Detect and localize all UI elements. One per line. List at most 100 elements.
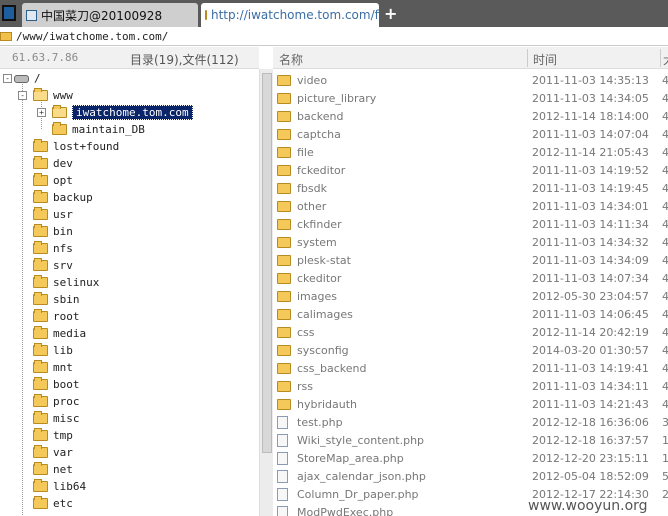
new-tab-button[interactable]: + [384,4,397,23]
file-row[interactable]: sysconfig 2014-03-20 01:30:57 4 [273,341,668,359]
column-divider[interactable] [660,49,661,67]
tree-node[interactable]: usr [33,206,73,223]
file-row[interactable]: rss 2011-11-03 14:34:11 4 [273,377,668,395]
file-row[interactable]: file 2012-11-14 21:05:43 4 [273,143,668,161]
tree-node[interactable]: sbin [33,291,80,308]
tree-node[interactable]: mnt [33,359,73,376]
tree-node[interactable]: var [33,444,73,461]
tree-node[interactable]: nfs [33,240,73,257]
file-row[interactable]: fbsdk 2011-11-03 14:19:45 4 [273,179,668,197]
file-row[interactable]: Wiki_style_content.php 2012-12-18 16:37:5… [273,431,668,449]
file-icon [277,469,288,483]
vertical-scrollbar[interactable] [259,69,273,516]
file-time: 2011-11-03 14:07:04 [532,127,649,141]
tree-node[interactable]: root [33,308,80,325]
column-header-time[interactable]: 时间 [533,51,557,68]
tree-node[interactable]: srv [33,257,73,274]
tab-file-manager[interactable]: http://iwatchome.tom.com/fil... [201,3,379,27]
tree-node-label[interactable]: etc [53,497,73,510]
tree-node-label[interactable]: lib [53,344,73,357]
file-row[interactable]: captcha 2011-11-03 14:07:04 4 [273,125,668,143]
collapse-icon[interactable]: - [3,74,12,83]
file-row[interactable]: ckeditor 2011-11-03 14:07:34 4 [273,269,668,287]
tree-node[interactable]: net [33,461,73,478]
tree-node-label[interactable]: www [53,89,73,102]
file-size: 4 [662,289,668,303]
file-row[interactable]: css_backend 2011-11-03 14:19:41 4 [273,359,668,377]
tree-node-label[interactable]: backup [53,191,93,204]
collapse-icon[interactable]: - [18,91,27,100]
tree-node[interactable]: lost+found [33,138,119,155]
column-divider[interactable] [527,49,528,67]
tree-node-label[interactable]: proc [53,395,80,408]
tree-node-label[interactable]: media [53,327,86,340]
file-row[interactable]: backend 2012-11-14 18:14:00 4 [273,107,668,125]
file-row[interactable]: picture_library 2011-11-03 14:34:05 4 [273,89,668,107]
tree-node-label[interactable]: sbin [53,293,80,306]
tree-node-label[interactable]: misc [53,412,80,425]
tree-node[interactable]: boot [33,376,80,393]
tree-node-label[interactable]: opt [53,174,73,187]
file-row[interactable]: css 2012-11-14 20:42:19 4 [273,323,668,341]
file-row[interactable]: video 2011-11-03 14:35:13 4 [273,71,668,89]
file-row[interactable]: system 2011-11-03 14:34:32 4 [273,233,668,251]
tree-node-label[interactable]: usr [53,208,73,221]
tree-node[interactable]: iwatchome.tom.com [52,104,193,121]
tree-node-label[interactable]: dev [53,157,73,170]
folder-icon [0,31,12,41]
file-time: 2012-12-18 16:36:06 [532,415,649,429]
tree-node[interactable]: etc [33,495,73,512]
file-row[interactable]: other 2011-11-03 14:34:01 4 [273,197,668,215]
tree-node[interactable]: tmp [33,427,73,444]
tree-node-label[interactable]: maintain_DB [72,123,145,136]
expand-icon[interactable]: + [37,108,46,117]
tree-node[interactable]: maintain_DB [52,121,145,138]
tree-node[interactable]: opt [33,172,73,189]
tree-node[interactable]: / [14,70,41,87]
tree-node-label[interactable]: net [53,463,73,476]
file-row[interactable]: plesk-stat 2011-11-03 14:34:09 4 [273,251,668,269]
file-size: 4 [662,127,668,141]
file-row[interactable]: images 2012-05-30 23:04:57 4 [273,287,668,305]
tree-node[interactable]: bin [33,223,73,240]
file-row[interactable]: ajax_calendar_json.php 2012-05-04 18:52:0… [273,467,668,485]
file-row[interactable]: fckeditor 2011-11-03 14:19:52 4 [273,161,668,179]
file-row[interactable]: hybridauth 2011-11-03 14:21:43 4 [273,395,668,413]
tree-node-label[interactable]: / [34,72,41,85]
tree-node-label[interactable]: srv [53,259,73,272]
file-name: Wiki_style_content.php [297,433,425,447]
file-row[interactable]: test.php 2012-12-18 16:36:06 3 [273,413,668,431]
tab-caidao[interactable]: 中国菜刀@20100928 [22,3,198,27]
scrollbar-thumb[interactable] [262,73,272,453]
tree-node-label[interactable]: root [53,310,80,323]
tree-node-label[interactable]: boot [53,378,80,391]
tree-node-label[interactable]: tmp [53,429,73,442]
file-row[interactable]: StoreMap_area.php 2012-12-20 23:15:11 1 [273,449,668,467]
file-row[interactable]: ckfinder 2011-11-03 14:11:34 4 [273,215,668,233]
tree-node[interactable]: selinux [33,274,99,291]
folder-icon [277,128,291,140]
tree-node[interactable]: media [33,325,86,342]
tree-node-label[interactable]: selinux [53,276,99,289]
tree-node-label[interactable]: nfs [53,242,73,255]
tree-node-label[interactable]: lib64 [53,480,86,493]
column-header-name[interactable]: 名称 [279,51,303,68]
tree-node[interactable]: lib64 [33,478,86,495]
tree-node[interactable]: lib [33,342,73,359]
file-row[interactable]: calimages 2011-11-03 14:06:45 4 [273,305,668,323]
tree-node-label[interactable]: var [53,446,73,459]
tree-node-label[interactable]: iwatchome.tom.com [72,105,193,120]
column-header-size[interactable]: 大 [663,51,668,68]
tree-node[interactable]: www [33,87,73,104]
path-bar[interactable]: /www/iwatchome.tom.com/ [0,27,668,46]
tree-node[interactable]: proc [33,393,80,410]
tree-node-label[interactable]: bin [53,225,73,238]
file-name: css_backend [297,361,367,375]
tree-node[interactable]: dev [33,155,73,172]
path-text[interactable]: /www/iwatchome.tom.com/ [16,30,168,43]
tree-node[interactable]: backup [33,189,93,206]
folder-icon [33,360,48,373]
tree-node[interactable]: misc [33,410,80,427]
tree-node-label[interactable]: lost+found [53,140,119,153]
tree-node-label[interactable]: mnt [53,361,73,374]
